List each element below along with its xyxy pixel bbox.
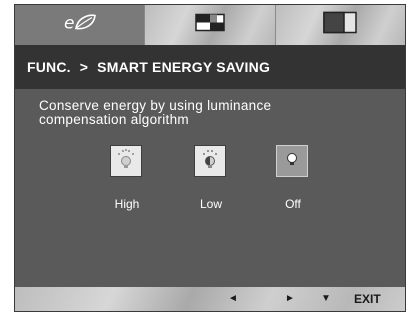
tab-display[interactable] [275, 5, 405, 45]
nav-left-button[interactable]: ◄ [228, 293, 238, 304]
option-high[interactable]: High [110, 145, 144, 211]
breadcrumb: FUNC. > SMART ENERGY SAVING [15, 45, 405, 89]
nav-right-button[interactable]: ► [285, 293, 295, 304]
display-split-icon [323, 11, 358, 39]
bulb-low-icon [200, 148, 220, 175]
nav-down-button[interactable]: ▼ [321, 293, 331, 304]
description-text: Conserve energy by using luminance compe… [39, 99, 379, 127]
option-off-box[interactable] [276, 145, 308, 177]
breadcrumb-section: FUNC. [27, 59, 71, 75]
page-title: SMART ENERGY SAVING [97, 59, 271, 75]
exit-button[interactable]: EXIT [354, 292, 381, 306]
bulb-high-icon [116, 148, 136, 175]
osd-menu: e FUNC. > SMART ENERGY SAVING Conserve e… [14, 4, 406, 312]
option-off-label: Off [285, 197, 301, 211]
option-low[interactable]: Low [194, 145, 228, 211]
option-low-label: Low [199, 197, 223, 211]
eco-leaf-icon: e [62, 13, 98, 38]
saving-options: High Low Off [110, 145, 340, 215]
tab-picture[interactable] [145, 5, 276, 45]
option-high-box[interactable] [110, 145, 142, 177]
navigation-bar: ◄ ► ▼ EXIT [15, 287, 405, 311]
option-high-label: High [114, 197, 140, 211]
tab-bar: e [15, 5, 405, 45]
description-line-1: Conserve energy by using luminance [39, 98, 272, 113]
picture-settings-icon [195, 13, 225, 37]
bulb-off-icon [282, 149, 302, 174]
description-line-2: compensation algorithm [39, 112, 189, 127]
breadcrumb-separator: > [79, 59, 89, 75]
option-low-box[interactable] [194, 145, 226, 177]
tab-eco[interactable]: e [15, 5, 146, 45]
svg-text:e: e [64, 14, 74, 33]
option-off[interactable]: Off [276, 145, 310, 211]
